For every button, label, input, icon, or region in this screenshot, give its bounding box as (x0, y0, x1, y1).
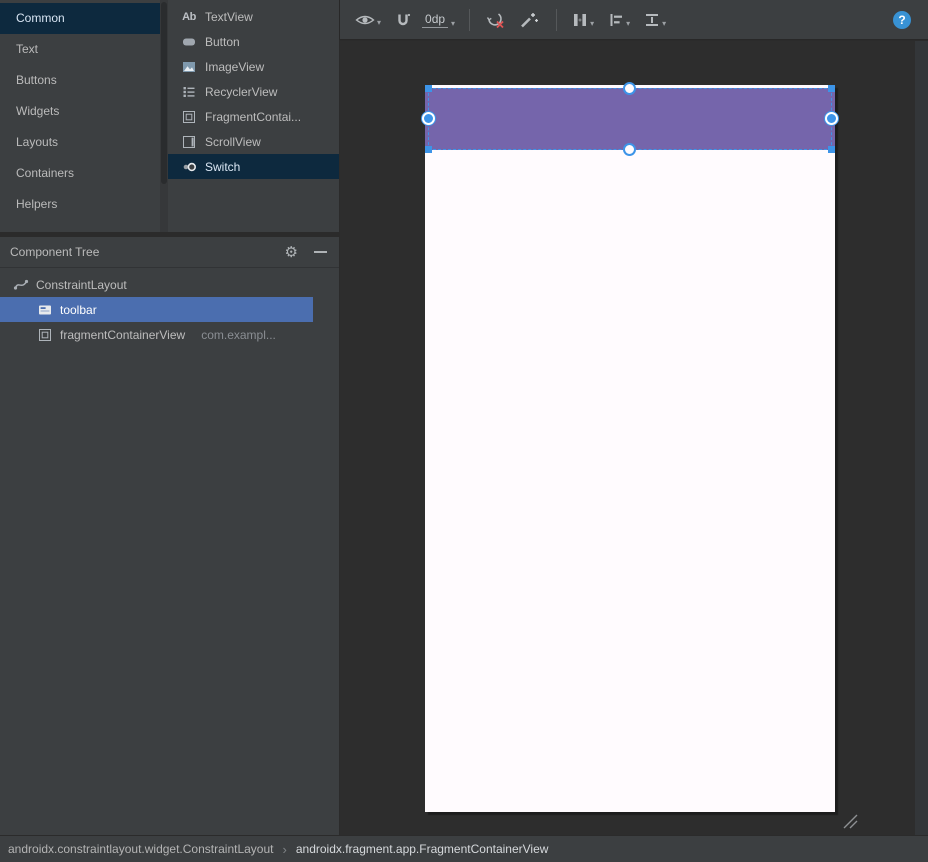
resize-handle-top-right[interactable] (828, 85, 835, 92)
distribute-icon (646, 13, 659, 26)
recyclerview-icon (181, 84, 197, 100)
component-tree-panel: Component Tree ⚙ ConstraintLayout toolba… (0, 237, 339, 835)
chevron-down-icon: ▾ (626, 18, 631, 28)
resize-handle-top-left[interactable] (425, 85, 432, 92)
palette-item-label: ScrollView (205, 134, 261, 149)
tree-item-label: toolbar (60, 302, 97, 317)
palette-category-widgets[interactable]: Widgets (0, 96, 160, 127)
constraint-anchor-top[interactable] (623, 82, 636, 95)
palette-item-label: TextView (205, 9, 253, 24)
breadcrumb-constraintlayout[interactable]: androidx.constraintlayout.widget.Constra… (8, 842, 274, 856)
chevron-down-icon: ▾ (662, 18, 667, 28)
toolbar-separator (556, 8, 558, 31)
breadcrumb-separator-icon: › (282, 841, 287, 857)
clear-constraints-icon (486, 12, 504, 28)
textview-icon: Ab (182, 10, 196, 23)
help-button[interactable]: ? (893, 10, 911, 29)
component-tree-header: Component Tree ⚙ (0, 237, 339, 268)
default-margin-value[interactable]: 0dp (422, 12, 449, 28)
pack-button[interactable]: ▾ (569, 9, 597, 31)
tree-item-label: fragmentContainerView (60, 327, 186, 342)
selection-border (422, 82, 838, 156)
settings-gear-icon[interactable]: ⚙ (285, 245, 298, 260)
palette-item-switch[interactable]: Switch (168, 154, 339, 179)
tree-item-fragmentcontainerview[interactable]: fragmentContainerView com.exampl... (0, 322, 339, 347)
pack-icon (574, 13, 587, 26)
button-icon (181, 34, 197, 50)
resize-handle-bottom-left[interactable] (425, 146, 432, 153)
palette-item-imageview[interactable]: ImageView (168, 54, 339, 79)
breadcrumb-fragmentcontainerview[interactable]: androidx.fragment.app.FragmentContainerV… (296, 842, 549, 856)
palette-category-buttons[interactable]: Buttons (0, 65, 160, 96)
distribute-button[interactable]: ▾ (641, 9, 669, 31)
device-screen[interactable] (422, 82, 838, 812)
palette-item-label: FragmentContai... (205, 109, 302, 124)
breadcrumb: androidx.constraintlayout.widget.Constra… (0, 835, 928, 862)
infer-constraints-button[interactable] (516, 8, 542, 32)
palette-item-label: RecyclerView (205, 84, 278, 99)
constraint-anchor-left[interactable] (422, 112, 435, 125)
chevron-down-icon: ▾ (377, 17, 382, 27)
palette-panel: Common Text Buttons Widgets Layouts Cont… (0, 0, 339, 232)
component-tree-title: Component Tree (10, 245, 100, 259)
palette-component-list: Ab TextView Button ImageView RecyclerVie… (168, 0, 339, 232)
toolbar-separator (469, 8, 471, 31)
palette-item-label: Switch (205, 159, 241, 174)
palette-item-textview[interactable]: Ab TextView (168, 4, 339, 29)
tree-item-classname: com.exampl... (201, 327, 276, 342)
palette-item-button[interactable]: Button (168, 29, 339, 54)
magnet-icon (398, 13, 411, 25)
hide-panel-icon[interactable] (314, 251, 327, 253)
constraint-anchor-right[interactable] (825, 112, 838, 125)
imageview-icon (181, 59, 197, 75)
toolbar-widget-icon (37, 302, 53, 318)
palette-item-recyclerview[interactable]: RecyclerView (168, 79, 339, 104)
resize-handle-bottom-right[interactable] (828, 146, 835, 153)
default-margin-control[interactable]: 0dp ▾ (422, 12, 455, 28)
surface-resize-grip[interactable] (838, 813, 858, 829)
constraint-anchor-bottom[interactable] (623, 143, 636, 156)
tree-item-label: ConstraintLayout (36, 277, 127, 292)
eye-icon (355, 15, 375, 24)
palette-category-containers[interactable]: Containers (0, 158, 160, 189)
tree-item-constraintlayout[interactable]: ConstraintLayout (0, 272, 339, 297)
palette-category-layouts[interactable]: Layouts (0, 127, 160, 158)
fragment-container-icon (37, 327, 53, 343)
autoconnect-magnet-button[interactable] (392, 9, 414, 31)
magic-wand-icon (521, 12, 539, 27)
palette-item-scrollview[interactable]: ScrollView (168, 129, 339, 154)
palette-scrollbar-thumb[interactable] (161, 2, 167, 184)
palette-category-list: Common Text Buttons Widgets Layouts Cont… (0, 0, 160, 232)
palette-category-helpers[interactable]: Helpers (0, 189, 160, 220)
view-options-button[interactable]: ▾ (352, 10, 384, 30)
clear-constraints-button[interactable] (482, 8, 508, 32)
fragment-container-icon (181, 109, 197, 125)
design-surface-toolbar: ▾ 0dp ▾ ▾ ▾ ▾ ? (339, 0, 928, 40)
palette-category-common[interactable]: Common (0, 3, 160, 34)
design-canvas[interactable] (340, 41, 928, 835)
canvas-vertical-scrollbar[interactable] (915, 41, 928, 835)
android-studio-layout-editor: Common Text Buttons Widgets Layouts Cont… (0, 0, 928, 862)
component-tree-list: ConstraintLayout toolbar fragmentContain… (0, 268, 339, 347)
align-button[interactable]: ▾ (605, 9, 633, 31)
scrollview-icon (181, 134, 197, 150)
constraintlayout-icon (13, 277, 29, 293)
chevron-down-icon: ▾ (451, 18, 456, 28)
palette-item-label: Button (205, 34, 240, 49)
palette-scrollbar[interactable] (160, 0, 168, 232)
palette-category-text[interactable]: Text (0, 34, 160, 65)
switch-icon (181, 159, 197, 175)
chevron-down-icon: ▾ (590, 18, 595, 28)
palette-item-fragmentcontainerview[interactable]: FragmentContai... (168, 104, 339, 129)
align-icon (610, 13, 623, 26)
tree-item-toolbar[interactable]: toolbar (0, 297, 313, 322)
palette-item-label: ImageView (205, 59, 265, 74)
